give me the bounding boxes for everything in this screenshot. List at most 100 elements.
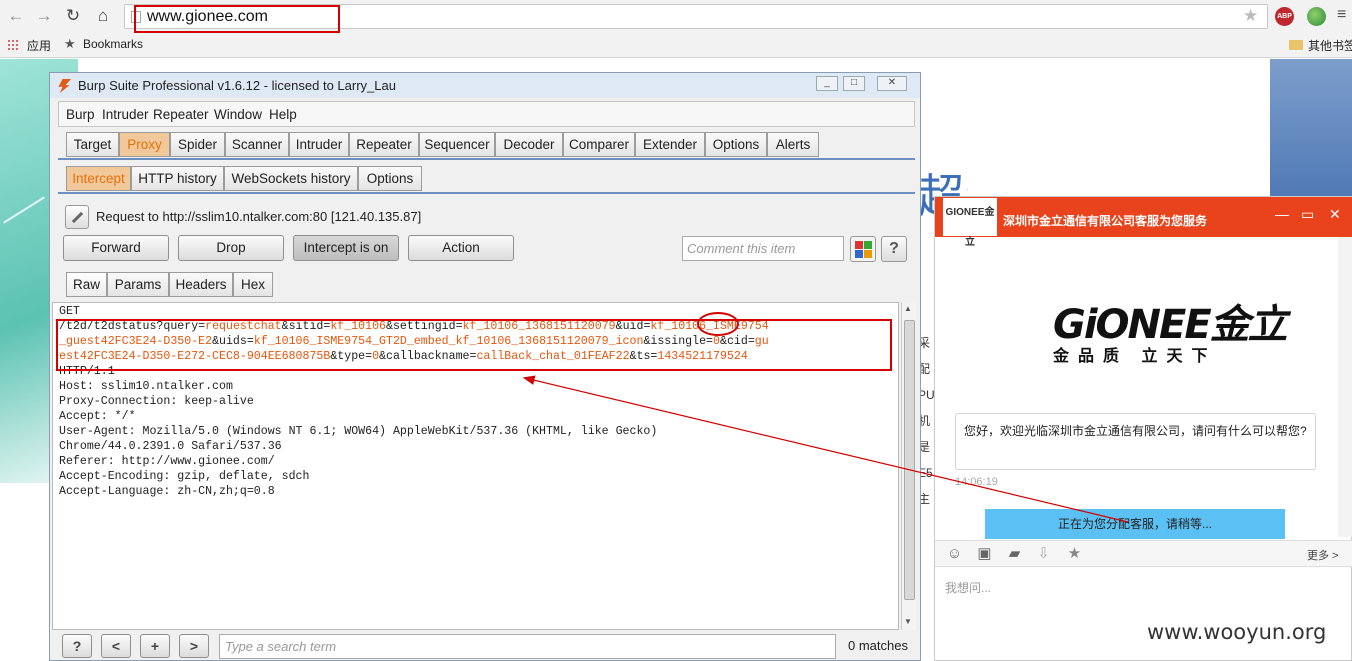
decor-line (3, 196, 45, 224)
reload-icon[interactable]: ↻ (62, 5, 84, 27)
bookmark-star-icon[interactable]: ★ (1243, 6, 1258, 26)
request-line: Chrome/44.0.2391.0 Safari/537.36 (59, 440, 282, 453)
maximize-icon[interactable]: □ (843, 76, 865, 91)
bookmarks-star-icon: ★ (64, 36, 76, 51)
tab-scanner[interactable]: Scanner (225, 132, 289, 157)
forward-button[interactable]: Forward (63, 235, 169, 261)
site-banner-right (1270, 59, 1352, 199)
bookmark-bookmarks[interactable]: Bookmarks (83, 37, 143, 51)
drop-button[interactable]: Drop (178, 235, 284, 261)
download-icon[interactable]: ⇩ (1035, 545, 1052, 562)
tab-alerts[interactable]: Alerts (767, 132, 819, 157)
tab-params[interactable]: Params (107, 272, 169, 297)
request-line: Accept-Language: zh-CN,zh;q=0.8 (59, 485, 275, 498)
intercept-toggle-button[interactable]: Intercept is on (293, 235, 399, 261)
menu-intruder[interactable]: Intruder (102, 107, 149, 122)
search-next-button[interactable]: > (179, 634, 209, 658)
tab-comparer[interactable]: Comparer (563, 132, 635, 157)
bookmarks-bar: 应用 ★ Bookmarks 其他书签 (0, 33, 1352, 58)
tab-intruder[interactable]: Intruder (289, 132, 349, 157)
chat-scrollbar[interactable] (1338, 237, 1352, 537)
tab-headers[interactable]: Headers (169, 272, 233, 297)
comment-input[interactable]: Comment this item (682, 236, 844, 261)
chrome-menu-icon[interactable]: ≡ (1337, 6, 1346, 24)
tab-repeater[interactable]: Repeater (349, 132, 419, 157)
emoji-icon[interactable]: ☺ (946, 545, 963, 562)
folder-icon[interactable]: ▰ (1006, 545, 1023, 562)
chat-window: GIONEE金立 深圳市金立通信有限公司客服为您服务 — ▭ ✕ GiONEE金… (934, 196, 1352, 661)
tab-sequencer[interactable]: Sequencer (419, 132, 495, 157)
tab-decoder[interactable]: Decoder (495, 132, 563, 157)
adblock-extension-icon[interactable]: ABP (1275, 7, 1294, 26)
request-editor[interactable]: GET /t2d/t2dstatus?query=requestchat&sit… (52, 302, 899, 630)
tab-http-history[interactable]: HTTP history (131, 166, 224, 191)
chat-minimize-icon[interactable]: — (1275, 206, 1289, 222)
tab-options[interactable]: Options (705, 132, 767, 157)
menu-repeater[interactable]: Repeater (153, 107, 209, 122)
bookmark-apps[interactable]: 应用 (27, 37, 51, 54)
tab-proxy[interactable]: Proxy (119, 132, 170, 157)
action-button[interactable]: Action (408, 235, 514, 261)
chat-header: GIONEE金立 深圳市金立通信有限公司客服为您服务 — ▭ ✕ (935, 197, 1352, 248)
chat-logo: GIONEE金立 (943, 198, 997, 248)
highlight-color-icon[interactable] (850, 236, 876, 262)
edit-pencil-icon[interactable] (65, 205, 89, 229)
image-icon[interactable]: ▣ (976, 545, 993, 562)
chat-title: 深圳市金立通信有限公司客服为您服务 (1003, 214, 1208, 228)
greeting-bubble: 您好，欢迎光临深圳市金立通信有限公司，请问有什么可以帮您? (955, 413, 1316, 470)
color-swatch (855, 250, 863, 258)
tab-raw[interactable]: Raw (66, 272, 107, 297)
request-line: Accept-Encoding: gzip, deflate, sdch (59, 470, 310, 483)
forward-arrow-icon[interactable]: → (33, 5, 55, 27)
menu-window[interactable]: Window (214, 107, 262, 122)
menu-burp[interactable]: Burp (66, 107, 95, 122)
globe-extension-icon[interactable] (1307, 7, 1326, 26)
scroll-up-icon[interactable]: ▲ (904, 304, 912, 313)
minimize-icon[interactable]: _ (816, 76, 838, 91)
help-icon[interactable]: ? (881, 236, 907, 262)
watermark: www.wooyun.org (1147, 620, 1327, 644)
burp-logo-icon (58, 79, 71, 93)
request-line: User-Agent: Mozilla/5.0 (Windows NT 6.1;… (59, 425, 658, 438)
folder-icon (1289, 40, 1303, 50)
tab-target[interactable]: Target (66, 132, 119, 157)
burp-title-bar: Burp Suite Professional v1.6.12 - licens… (50, 73, 920, 98)
request-line: Host: sslim10.ntalker.com (59, 380, 233, 393)
tab-websockets-history[interactable]: WebSockets history (224, 166, 358, 191)
brand-slogan: 金品质 立天下 (1053, 348, 1217, 365)
status-notice: 正在为您分配客服，请稍等... (985, 509, 1285, 539)
tab-extender[interactable]: Extender (635, 132, 705, 157)
burp-window: Burp Suite Professional v1.6.12 - licens… (49, 72, 921, 661)
tab-hex[interactable]: Hex (233, 272, 273, 297)
back-arrow-icon[interactable]: ← (5, 5, 27, 27)
message-time: 14:06:19 (955, 476, 998, 488)
chat-close-icon[interactable]: ✕ (1329, 206, 1341, 223)
color-swatch (864, 250, 872, 258)
uid-annotation-circle (697, 312, 739, 336)
chat-maximize-icon[interactable]: ▭ (1301, 206, 1314, 223)
more-button[interactable]: 更多 > (1307, 547, 1338, 563)
menu-help[interactable]: Help (269, 107, 297, 122)
search-input[interactable]: Type a search term (219, 634, 836, 659)
editor-scrollbar[interactable]: ▲ ▼ (901, 302, 916, 630)
apps-icon[interactable] (7, 39, 20, 52)
bookmark-other[interactable]: 其他书签 (1308, 37, 1352, 54)
tab-spider[interactable]: Spider (170, 132, 225, 157)
search-help-button[interactable]: ? (62, 634, 92, 658)
search-add-button[interactable]: + (140, 634, 170, 658)
close-icon[interactable]: ✕ (877, 76, 907, 91)
home-icon[interactable]: ⌂ (92, 5, 114, 27)
tab-proxy-options[interactable]: Options (358, 166, 422, 191)
chat-input[interactable]: 我想问... (945, 579, 991, 596)
color-swatch (855, 241, 863, 249)
request-line-1: GET (59, 305, 80, 318)
tab-strip-divider (58, 158, 915, 160)
scroll-thumb[interactable] (904, 320, 915, 600)
color-swatch (864, 241, 872, 249)
request-line: Referer: http://www.gionee.com/ (59, 455, 275, 468)
favorite-star-icon[interactable]: ★ (1066, 545, 1083, 562)
tab-intercept[interactable]: Intercept (66, 166, 131, 191)
menu-bar: Burp Intruder Repeater Window Help (58, 101, 915, 127)
search-prev-button[interactable]: < (101, 634, 131, 658)
scroll-down-icon[interactable]: ▼ (904, 617, 912, 626)
